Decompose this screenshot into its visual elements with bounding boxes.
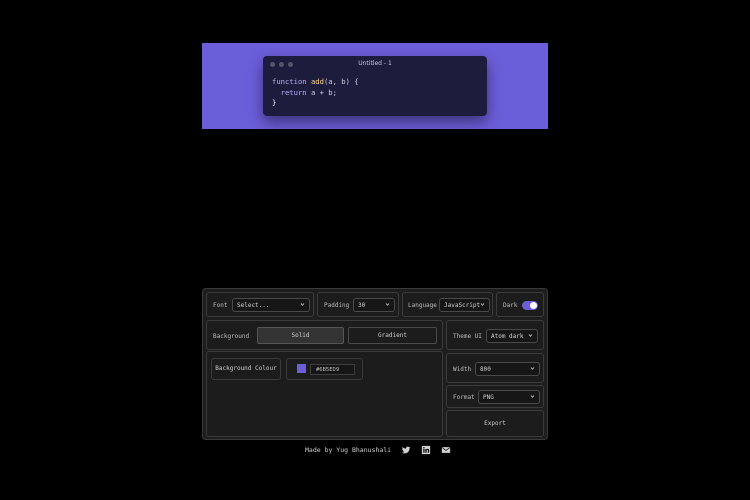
colour-swatch[interactable]: [297, 364, 306, 373]
chevron-down-icon: [385, 303, 390, 306]
footer-credit: Made by Yug Bhanushali: [305, 446, 392, 454]
theme-ui-select[interactable]: Atom dark: [486, 329, 538, 343]
width-select-value: 800: [480, 366, 491, 373]
background-colour-area: Background Colour #6B5ED9: [206, 351, 443, 437]
format-control: Format PNG: [446, 385, 544, 408]
background-solid-option[interactable]: Solid: [257, 327, 344, 344]
dark-label: Dark: [503, 302, 518, 309]
footer: Made by Yug Bhanushali: [305, 443, 451, 457]
chevron-down-icon: [530, 367, 535, 370]
format-select[interactable]: PNG: [478, 390, 540, 404]
font-select-value: Select...: [237, 302, 270, 309]
theme-ui-label: Theme UI: [453, 333, 482, 340]
language-label: Language: [408, 302, 437, 309]
mail-icon[interactable]: [441, 445, 451, 455]
code-text: (a, b) {: [323, 77, 359, 86]
font-control: Font Select...: [206, 292, 314, 317]
background-control: Background Solid Gradient: [206, 320, 443, 350]
colour-hex-input[interactable]: #6B5ED9: [310, 364, 355, 375]
language-select[interactable]: JavaScript: [439, 298, 490, 312]
linkedin-icon[interactable]: [421, 445, 431, 455]
language-select-value: JavaScript: [444, 302, 481, 309]
background-gradient-option[interactable]: Gradient: [348, 327, 437, 344]
background-label: Background: [213, 333, 250, 340]
code-text: }: [272, 98, 277, 107]
code-keyword: return: [280, 87, 307, 97]
code-window: Untitled - 1 function add(a, b) { return…: [263, 56, 487, 116]
padding-select-value: 30: [358, 302, 366, 309]
background-colour-label: Background Colour: [211, 358, 281, 380]
padding-label: Padding: [324, 302, 350, 309]
dark-control: Dark: [496, 292, 544, 317]
font-select[interactable]: Select...: [232, 298, 310, 312]
format-select-value: PNG: [483, 394, 494, 401]
window-title[interactable]: Untitled - 1: [263, 60, 487, 67]
chevron-down-icon: [530, 395, 535, 398]
font-label: Font: [213, 302, 228, 309]
code-keyword: function: [272, 77, 307, 86]
width-label: Width: [453, 366, 472, 373]
code-preview-canvas: Untitled - 1 function add(a, b) { return…: [202, 43, 548, 129]
code-function-name: add: [310, 77, 324, 86]
padding-control: Padding 30: [317, 292, 399, 317]
format-label: Format: [453, 394, 475, 401]
width-select[interactable]: 800: [475, 362, 540, 376]
width-control: Width 800: [446, 353, 544, 383]
theme-ui-control: Theme UI Atom dark: [446, 320, 544, 350]
padding-select[interactable]: 30: [353, 298, 395, 312]
dark-mode-toggle[interactable]: [522, 301, 538, 310]
code-editor[interactable]: function add(a, b) { return a + b; }: [272, 77, 359, 109]
chevron-down-icon: [528, 334, 533, 337]
settings-panel: Font Select... Padding 30 Language JavaS…: [202, 288, 548, 440]
language-control: Language JavaScript: [402, 292, 493, 317]
export-button[interactable]: Export: [446, 410, 544, 437]
toggle-knob: [530, 302, 537, 309]
code-text: a + b;: [306, 87, 337, 97]
twitter-icon[interactable]: [401, 445, 411, 455]
chevron-down-icon: [300, 303, 305, 306]
background-colour-picker[interactable]: #6B5ED9: [286, 358, 363, 380]
chevron-down-icon: [480, 303, 485, 306]
theme-ui-select-value: Atom dark: [491, 333, 524, 340]
